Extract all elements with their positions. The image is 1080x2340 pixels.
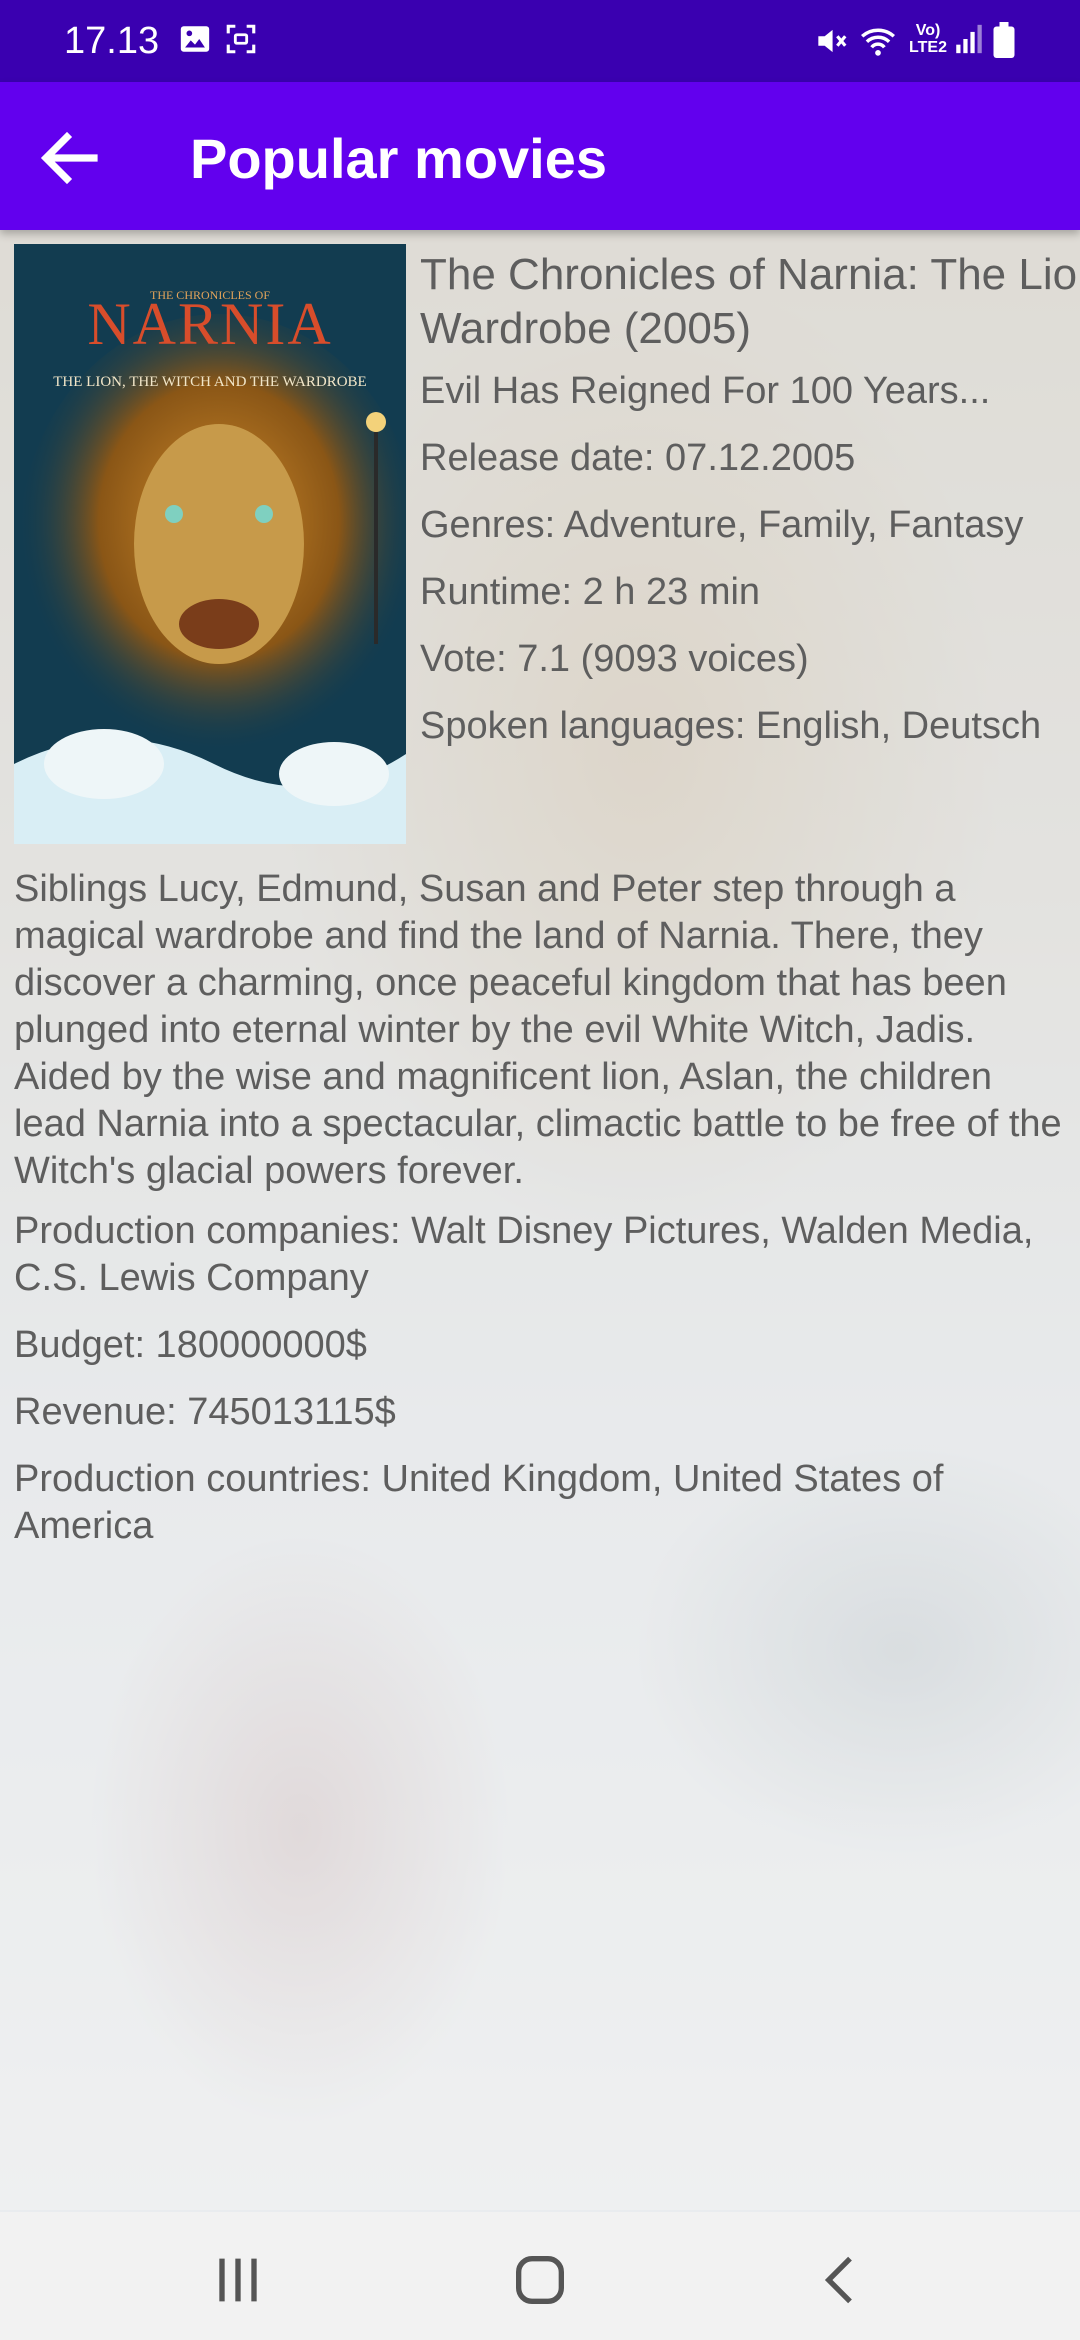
poster-logo-text: NARNIA (87, 291, 332, 357)
release-date: Release date: 07.12.2005 (420, 437, 856, 479)
genres: Genres: Adventure, Family, Fantasy (420, 504, 1024, 546)
battery-icon (993, 22, 1015, 58)
movie-poster: THE CHRONICLES OF NARNIA THE LION, THE W… (14, 244, 406, 844)
movie-title-line2: Wardrobe (2005) (420, 304, 751, 353)
movie-title-line1: The Chronicles of Narnia: The Lio (420, 250, 1078, 299)
image-icon (180, 26, 210, 52)
volte-lte2-icon: Vo) LTE2 (904, 22, 952, 56)
status-time: 17.13 (64, 20, 160, 62)
system-nav-bar (0, 2212, 1080, 2340)
spoken-languages: Spoken languages: English, Deutsch (420, 705, 1042, 747)
movie-title: The Chronicles of Narnia: The Lio Wardro… (420, 248, 1080, 356)
revenue: Revenue: 745013115$ (14, 1391, 396, 1433)
signal-icon (956, 24, 982, 54)
budget: Budget: 180000000$ (14, 1324, 367, 1366)
runtime: Runtime: 2 h 23 min (420, 571, 761, 613)
poster-art: THE CHRONICLES OF NARNIA THE LION, THE W… (14, 244, 406, 844)
poster-subtitle: THE LION, THE WITCH AND THE WARDROBE (53, 374, 366, 390)
status-bar: 17.13 Vo) LTE2 (0, 0, 1080, 82)
movie-info: The Chronicles of Narnia: The Lio Wardro… (420, 248, 1080, 770)
wifi-icon (861, 28, 895, 56)
movie-tagline: Evil Has Reigned For 100 Years... (420, 370, 991, 412)
screenshot-icon (226, 24, 256, 54)
production-countries: Production countries: United Kingdom, Un… (14, 1458, 944, 1547)
mute-icon (818, 29, 847, 53)
movie-overview: Siblings Lucy, Edmund, Susan and Peter s… (14, 868, 1062, 1192)
network-label: Vo) LTE2 (909, 22, 947, 56)
arrow-left-icon[interactable] (34, 122, 106, 194)
app-bar: Popular movies (0, 82, 1080, 230)
home-icon[interactable] (508, 2248, 572, 2312)
recents-icon[interactable] (206, 2248, 270, 2312)
vote: Vote: 7.1 (9093 voices) (420, 638, 809, 680)
back-icon[interactable] (810, 2248, 874, 2312)
production-companies: Production companies: Walt Disney Pictur… (14, 1210, 1034, 1299)
page-title: Popular movies (190, 127, 608, 190)
movie-extra-details: Production companies: Walt Disney Pictur… (14, 1208, 1070, 1570)
